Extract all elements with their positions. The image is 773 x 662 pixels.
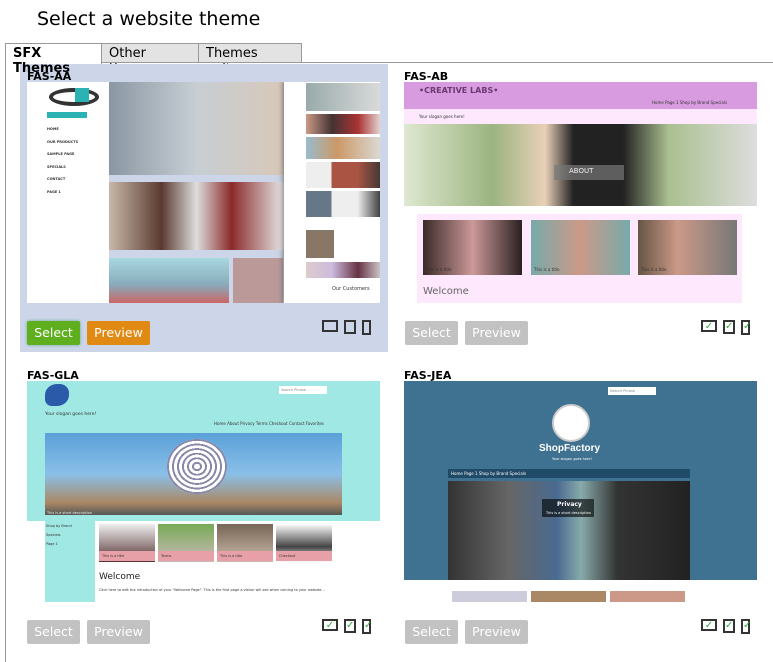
tile-title: This is a title (426, 267, 452, 272)
select-button[interactable]: Select (27, 620, 80, 644)
phone-icon: ✓ (741, 320, 751, 335)
tile-title: Checkout (279, 554, 296, 558)
desktop-icon: ✓ (701, 619, 717, 631)
tile-title: This is a title (641, 267, 667, 272)
thumb-menu-item: PAGE 1 (47, 189, 61, 194)
theme-card-fas-jea[interactable]: FAS-JEA Search Phrase ShopFactory Your s… (397, 363, 765, 651)
thumb-menu-item: Shop by Brand (46, 524, 72, 528)
thumb-caption: This is a short description (47, 511, 92, 515)
tile-title: This is a title (534, 267, 560, 272)
phone-icon: ✓ (362, 619, 372, 634)
tile-title: This is a title (102, 554, 125, 558)
tab-sfx-themes[interactable]: SFX Themes (5, 43, 102, 76)
thumb-hero: ABOUT (569, 167, 594, 175)
thumb-menu-item: SAMPLE PAGE (47, 152, 75, 156)
thumb-brand: ShopFactory (539, 443, 601, 454)
select-button[interactable]: Select (405, 620, 458, 644)
preview-button[interactable]: Preview (87, 620, 150, 644)
thumb-menu-item: CONTACT (47, 177, 66, 181)
phone-icon: ✓ (741, 619, 751, 634)
preview-button[interactable]: Preview (465, 620, 528, 644)
thumb-hero: Privacy (557, 501, 582, 508)
tablet-icon: ✓ (723, 320, 735, 334)
theme-thumbnail[interactable]: Search Phrase ShopFactory Your slogan go… (404, 381, 757, 602)
thumb-menu-item: SPECIALS (47, 164, 66, 169)
thumb-logo: •CREATIVE LABS• (419, 86, 499, 95)
preview-button[interactable]: Preview (87, 321, 150, 345)
tile-title: This is a title (220, 554, 243, 558)
theme-thumbnail[interactable]: HOME OUR PRODUCTS SAMPLE PAGE SPECIALS CONTA… (27, 82, 380, 303)
thumb-slogan: Your slogan goes here! (45, 412, 97, 417)
thumb-menu-item: Specials (46, 533, 61, 537)
thumb-menu-item: Page 1 (46, 542, 58, 546)
desktop-icon (322, 320, 338, 332)
page-title: Select a website theme (37, 8, 261, 30)
thumb-hero-sub: This is a short description (546, 511, 591, 515)
tablet-icon (344, 320, 356, 334)
theme-thumbnail[interactable]: •CREATIVE LABS• Home Page 1 Shop by Bran… (404, 82, 757, 303)
customers-heading: Our Customers (332, 286, 370, 292)
tab-other-themes[interactable]: Other themes (101, 43, 199, 76)
phone-icon (362, 320, 371, 335)
thumb-welcome: Welcome (423, 286, 469, 297)
theme-card-fas-ab[interactable]: FAS-AB •CREATIVE LABS• Home Page 1 Shop … (397, 64, 765, 352)
thumb-nav: Home Page 1 Shop by Brand Specials (652, 100, 728, 105)
tablet-icon: ✓ (723, 619, 735, 633)
tab-themes-online[interactable]: Themes online (198, 43, 302, 76)
tablet-icon: ✓ (344, 619, 356, 633)
thumb-nav: Home About Privacy Terms Checkout Contac… (214, 421, 324, 426)
theme-card-fas-gla[interactable]: FAS-GLA Your slogan goes here! Search Ph… (20, 363, 388, 651)
desktop-icon: ✓ (322, 619, 338, 631)
thumb-welcome: Welcome (99, 572, 141, 582)
select-button[interactable]: Select (27, 321, 80, 345)
select-button[interactable]: Select (405, 321, 458, 345)
thumb-menu-item: OUR PRODUCTS (47, 139, 79, 144)
theme-card-fas-aa[interactable]: FAS-AA HOME OUR PRODUCTS SAMPLE PAGE SPECIA… (20, 64, 388, 352)
thumb-search: Search Phrase (281, 388, 307, 392)
theme-thumbnail[interactable]: Your slogan goes here! Search Phrase Hom… (27, 381, 380, 602)
thumb-menu-item: HOME (47, 127, 59, 131)
thumb-search: Search Phrase (610, 389, 636, 393)
desktop-icon: ✓ (701, 320, 717, 332)
tile-title: Terms (161, 554, 172, 558)
thumb-nav: Home Page 1 Shop by Brand Specials (451, 471, 527, 476)
thumb-slogan: Your slogan goes here! (419, 114, 465, 119)
thumb-slogan: Your slogan goes here! (552, 457, 592, 461)
preview-button[interactable]: Preview (465, 321, 528, 345)
thumb-intro: Click here to edit the introduction of y… (99, 588, 325, 592)
